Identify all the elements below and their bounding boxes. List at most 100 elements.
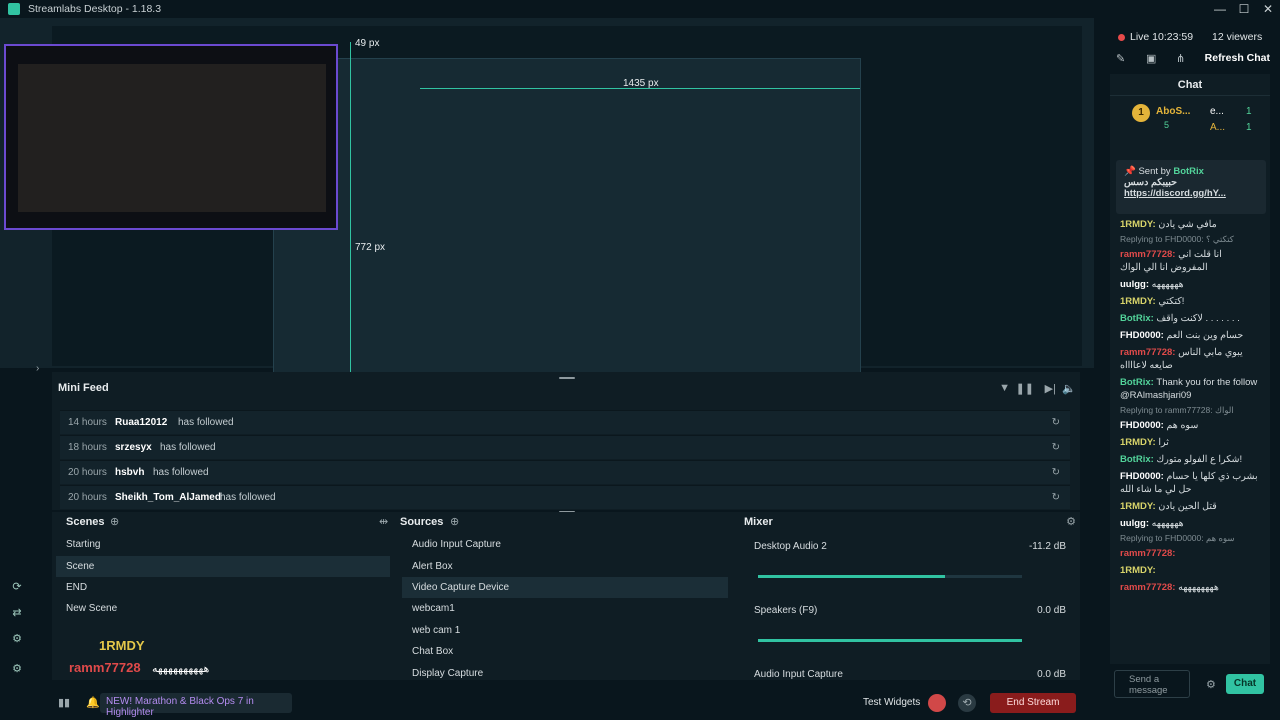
top-user: AboS... <box>1156 106 1191 117</box>
skip-icon[interactable]: ▶| <box>1045 382 1056 395</box>
chat-text: لاكنت واقف . . . . . . . <box>1156 313 1240 324</box>
chat-username[interactable]: ramm77728: <box>1120 347 1178 358</box>
share-icon[interactable]: ⋔ <box>1176 52 1185 65</box>
volume-icon[interactable]: 🔈 <box>1062 382 1076 395</box>
chat-message: ramm77728: <box>1110 545 1270 562</box>
pinned-message[interactable]: 📌 Sent by BotRix حبيبكم دسس https://disc… <box>1116 160 1266 214</box>
volume-slider[interactable] <box>758 575 1022 578</box>
editor-icon[interactable]: ⟳ <box>10 580 24 594</box>
chat-username[interactable]: BotRix: <box>1120 313 1156 324</box>
expand-chevron-icon[interactable]: › <box>36 363 39 374</box>
side-user-b: A... <box>1210 122 1226 133</box>
chat-username[interactable]: FHD0000: <box>1120 420 1166 431</box>
chat-message: FHD0000: بشرب ذي كلها يا حسام حل لي ما ش… <box>1110 468 1270 498</box>
chat-message: ramm77728: ههههههههه <box>1110 579 1270 596</box>
source-item[interactable]: Alert Box <box>402 556 728 577</box>
add-source-icon[interactable]: ⊕ <box>450 515 459 528</box>
camera-icon[interactable]: ▣ <box>1146 52 1156 65</box>
game-capture-source[interactable] <box>4 44 338 230</box>
repeat-icon[interactable]: ↻ <box>1052 436 1060 460</box>
studio-mode-icon[interactable]: ⇄ <box>10 606 24 620</box>
chat-text: مافي شي يادن <box>1158 219 1217 230</box>
feed-time: 20 hours <box>68 492 107 503</box>
news-banner[interactable]: NEW! Marathon & Black Ops 7 in Highlight… <box>100 693 292 718</box>
mixer-channel: Desktop Audio 2 -11.2 dB <box>754 541 1066 578</box>
settings-gear-icon[interactable]: ⚙ <box>1066 515 1076 528</box>
resize-handle[interactable] <box>559 377 575 379</box>
chat-username[interactable]: uulgg: <box>1120 279 1152 290</box>
scene-item[interactable]: New Scene <box>56 598 390 619</box>
chat-message: 1RMDY: قتل الحين يادن <box>1110 498 1270 515</box>
chat-username[interactable]: BotRix: <box>1120 377 1156 388</box>
transitions-icon[interactable]: ⇹ <box>379 515 388 528</box>
chat-message: 1RMDY: كتكتي! <box>1110 293 1270 310</box>
pause-icon[interactable]: ❚❚ <box>1016 382 1034 395</box>
scene-item[interactable]: Starting <box>56 534 390 555</box>
refresh-chat-button[interactable]: Refresh Chat <box>1205 52 1270 64</box>
chat-message: BotRix: شكرا ع الفولو متورك! <box>1110 451 1270 468</box>
mixer-title: Mixer <box>744 516 773 528</box>
chat-username[interactable]: FHD0000: <box>1120 471 1166 482</box>
app-icon <box>8 3 20 15</box>
guide-line-vertical <box>350 42 351 382</box>
add-scene-icon[interactable]: ⊕ <box>110 515 119 528</box>
filter-icon[interactable]: ▼ <box>999 382 1010 394</box>
mixer-channel: Audio Input Capture 0.0 dB <box>754 669 1066 680</box>
chat-message: BotRix: لاكنت واقف . . . . . . . <box>1110 310 1270 327</box>
scenes-title: Scenes <box>66 516 105 528</box>
test-widget-toggle[interactable] <box>928 694 946 712</box>
send-chat-button[interactable]: Chat <box>1226 674 1264 694</box>
chat-message-list: 1RMDY: مافي شي يادن Replying to FHD0000: … <box>1110 216 1270 596</box>
feed-user: Sheikh_Tom_AlJamed <box>115 492 221 503</box>
chat-input[interactable]: Send a message <box>1114 670 1190 698</box>
feed-row: 20 hours hsbvh has followed ↻ <box>60 460 1070 484</box>
chat-username[interactable]: FHD0000: <box>1120 330 1166 341</box>
source-item[interactable]: webcam1 <box>402 598 728 619</box>
chat-username[interactable]: 1RMDY: <box>1120 296 1158 307</box>
volume-slider[interactable] <box>758 639 1022 642</box>
pinned-link[interactable]: https://discord.gg/hY... <box>1124 188 1258 199</box>
chat-username[interactable]: 1RMDY: <box>1120 219 1158 230</box>
chat-text: شكرا ع الفولو متورك! <box>1156 454 1243 465</box>
feed-user: Ruaa12012 <box>115 417 168 428</box>
overlay-user: 1RMDY <box>99 638 145 653</box>
repeat-icon[interactable]: ↻ <box>1052 486 1060 510</box>
chat-message: BotRix: Thank you for the follow @RAlmas… <box>1110 374 1270 404</box>
chat-username[interactable]: BotRix: <box>1120 454 1156 465</box>
captured-screen[interactable] <box>273 58 861 383</box>
chat-text: ثرا <box>1158 437 1169 448</box>
chat-username[interactable]: 1RMDY: <box>1120 565 1156 576</box>
news-bell-icon[interactable]: 🔔 <box>86 696 100 709</box>
measure-label-mid: 772 px <box>355 242 386 253</box>
scene-item[interactable]: END <box>56 577 390 598</box>
source-item[interactable]: Display Capture <box>402 663 728 684</box>
channel-name: Audio Input Capture <box>754 669 843 680</box>
chat-username[interactable]: ramm77728: <box>1120 582 1178 593</box>
source-item[interactable]: web cam 1 <box>402 620 728 641</box>
end-stream-button[interactable]: End Stream <box>990 693 1076 713</box>
chat-username[interactable]: ramm77728: <box>1120 548 1175 559</box>
pencil-icon[interactable]: ✎ <box>1116 52 1125 65</box>
layout-icon[interactable]: ⚙ <box>10 632 24 646</box>
close-icon[interactable]: ✕ <box>1254 1 1280 17</box>
source-item[interactable]: Audio Input Capture <box>402 534 728 555</box>
chat-reply-context: Replying to ramm77728: الواك <box>1120 405 1234 415</box>
replay-icon[interactable]: ⟲ <box>958 694 976 712</box>
live-timer: Live 10:23:59 <box>1130 31 1194 43</box>
chat-username[interactable]: uulgg: <box>1120 518 1152 529</box>
chat-settings-icon[interactable]: ⚙ <box>1206 678 1216 691</box>
repeat-icon[interactable]: ↻ <box>1052 461 1060 485</box>
chat-username[interactable]: ramm77728: <box>1120 249 1178 260</box>
source-item[interactable]: Video Capture Device <box>402 577 728 598</box>
pinned-text: حبيبكم دسس <box>1124 177 1177 188</box>
chat-username[interactable]: 1RMDY: <box>1120 437 1158 448</box>
source-item[interactable]: Chat Box <box>402 641 728 662</box>
settings-icon[interactable]: ⚙ <box>10 662 24 676</box>
stats-icon[interactable]: ▮▮ <box>58 696 70 709</box>
channel-level: 0.0 dB <box>1037 605 1066 616</box>
feed-row: 20 hours Sheikh_Tom_AlJamed has followed… <box>60 485 1070 509</box>
chat-username[interactable]: 1RMDY: <box>1120 501 1158 512</box>
overlay-user: ramm77728 <box>69 660 141 675</box>
scene-item[interactable]: Scene <box>56 556 390 577</box>
repeat-icon[interactable]: ↻ <box>1052 411 1060 435</box>
